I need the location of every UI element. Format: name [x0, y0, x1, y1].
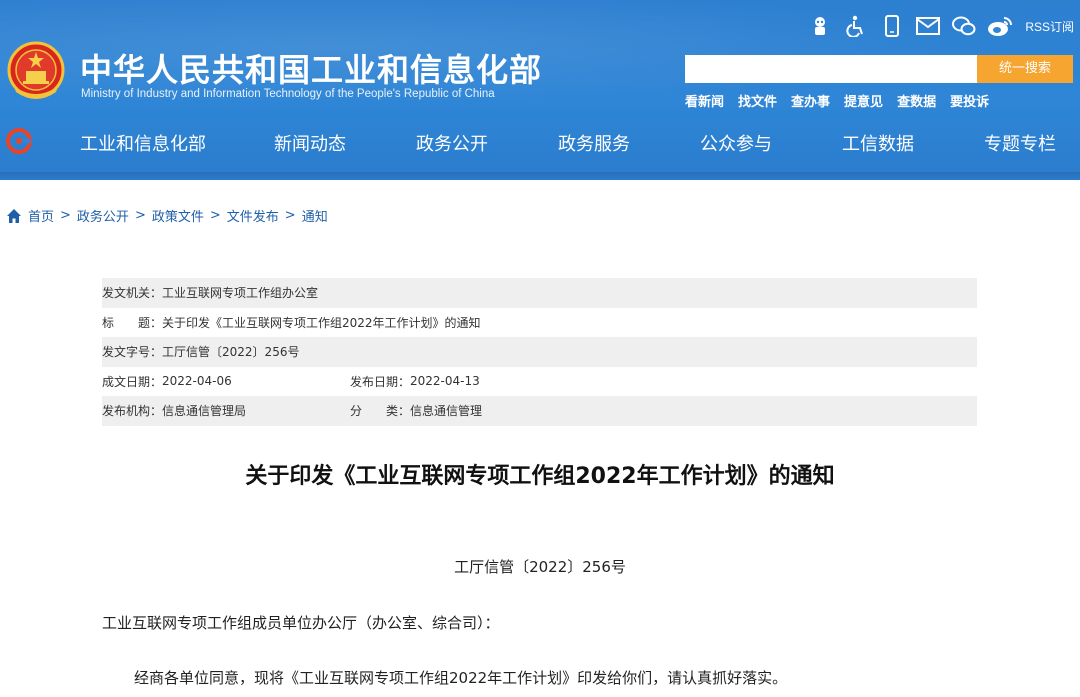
robot-icon[interactable]	[807, 13, 833, 39]
search-button[interactable]: 统一搜索	[977, 55, 1073, 83]
issuer-value: 工业互联网专项工作组办公室	[162, 286, 319, 301]
site-subtitle: Ministry of Industry and Information Tec…	[81, 88, 495, 100]
ministry-logo-icon[interactable]	[4, 126, 34, 156]
nav-item-participation[interactable]: 公众参与	[700, 130, 772, 156]
breadcrumb-separator: >	[134, 208, 146, 223]
org-value: 信息通信管理局	[162, 404, 247, 419]
nav-item-topics[interactable]: 专题专栏	[984, 130, 1056, 156]
issuer-label: 发文机关：	[102, 286, 163, 301]
info-row-dates: 成文日期： 2022-04-06 发布日期： 2022-04-13	[102, 367, 977, 397]
breadcrumb-separator: >	[284, 208, 296, 223]
breadcrumb-home[interactable]: 首页	[28, 206, 54, 225]
org-label: 发布机构：	[102, 404, 163, 419]
breadcrumb-notice[interactable]: 通知	[302, 206, 328, 225]
mail-icon[interactable]	[915, 13, 941, 39]
main-nav: 工业和信息化部 新闻动态 政务公开 政务服务 公众参与 工信数据 专题专栏	[0, 118, 1080, 172]
breadcrumb-separator: >	[209, 208, 221, 223]
nav-item-news[interactable]: 新闻动态	[274, 130, 346, 156]
breadcrumb-separator: >	[60, 208, 71, 223]
nav-item-gov-services[interactable]: 政务服务	[558, 130, 630, 156]
docno-value: 工厅信管〔2022〕256号	[162, 345, 300, 360]
article-paragraph: 经商各单位同意，现将《工业互联网专项工作组2022年工作计划》印发给你们，请认真…	[134, 669, 788, 687]
article-title: 关于印发《工业互联网专项工作组2022年工作计划》的通知	[245, 464, 835, 489]
home-icon[interactable]	[6, 208, 22, 224]
quick-link-news[interactable]: 看新闻	[685, 91, 724, 110]
written-date-label: 成文日期：	[102, 374, 163, 389]
nav-shadow	[0, 172, 1080, 180]
accessibility-icon[interactable]	[843, 13, 869, 39]
quick-link-files[interactable]: 找文件	[738, 91, 777, 110]
site-header: 中华人民共和国工业和信息化部 Ministry of Industry and …	[0, 0, 1080, 180]
nav-item-gov-affairs[interactable]: 政务公开	[416, 130, 488, 156]
info-row-org: 发布机构： 信息通信管理局 分 类： 信息通信管理	[102, 396, 977, 426]
category-value: 信息通信管理	[410, 404, 483, 419]
nav-item-ministry[interactable]: 工业和信息化部	[80, 130, 206, 156]
category-label: 分 类：	[350, 404, 411, 419]
wechat-icon[interactable]	[951, 13, 977, 39]
breadcrumb-policy[interactable]: 政策文件	[152, 206, 204, 225]
breadcrumb: 首页 > 政务公开 > 政策文件 > 文件发布 > 通知	[6, 206, 328, 225]
quick-link-services[interactable]: 查办事	[791, 91, 830, 110]
info-row-issuer: 发文机关： 工业互联网专项工作组办公室	[102, 278, 977, 308]
rss-link[interactable]: RSS订阅	[1025, 18, 1074, 35]
nav-item-data[interactable]: 工信数据	[842, 130, 914, 156]
published-date-value: 2022-04-13	[410, 374, 480, 389]
site-title[interactable]: 中华人民共和国工业和信息化部	[80, 45, 542, 91]
mobile-icon[interactable]	[879, 13, 905, 39]
title-value: 关于印发《工业互联网专项工作组2022年工作计划》的通知	[162, 315, 481, 330]
breadcrumb-releases[interactable]: 文件发布	[227, 206, 279, 225]
article-addressee: 工业互联网专项工作组成员单位办公厅（办公室、综合司）：	[102, 614, 500, 632]
title-label: 标 题：	[102, 315, 163, 330]
docno-label: 发文字号：	[102, 345, 163, 360]
info-row-title: 标 题： 关于印发《工业互联网专项工作组2022年工作计划》的通知	[102, 308, 977, 338]
national-emblem-icon[interactable]	[6, 40, 66, 104]
breadcrumb-gov-affairs[interactable]: 政务公开	[77, 206, 129, 225]
search-input[interactable]	[685, 55, 977, 83]
written-date-value: 2022-04-06	[162, 374, 232, 389]
header-tools: RSS订阅	[807, 12, 1074, 40]
info-row-docno: 发文字号： 工厅信管〔2022〕256号	[102, 337, 977, 367]
weibo-icon[interactable]	[987, 13, 1013, 39]
quick-link-complaint[interactable]: 要投诉	[950, 91, 989, 110]
published-date-label: 发布日期：	[350, 374, 411, 389]
quick-link-data[interactable]: 查数据	[897, 91, 936, 110]
quick-links: 看新闻 找文件 查办事 提意见 查数据 要投诉	[685, 91, 989, 110]
quick-link-feedback[interactable]: 提意见	[844, 91, 883, 110]
document-info-table: 发文机关： 工业互联网专项工作组办公室 标 题： 关于印发《工业互联网专项工作组…	[102, 278, 977, 426]
article-doc-number: 工厅信管〔2022〕256号	[454, 558, 626, 576]
